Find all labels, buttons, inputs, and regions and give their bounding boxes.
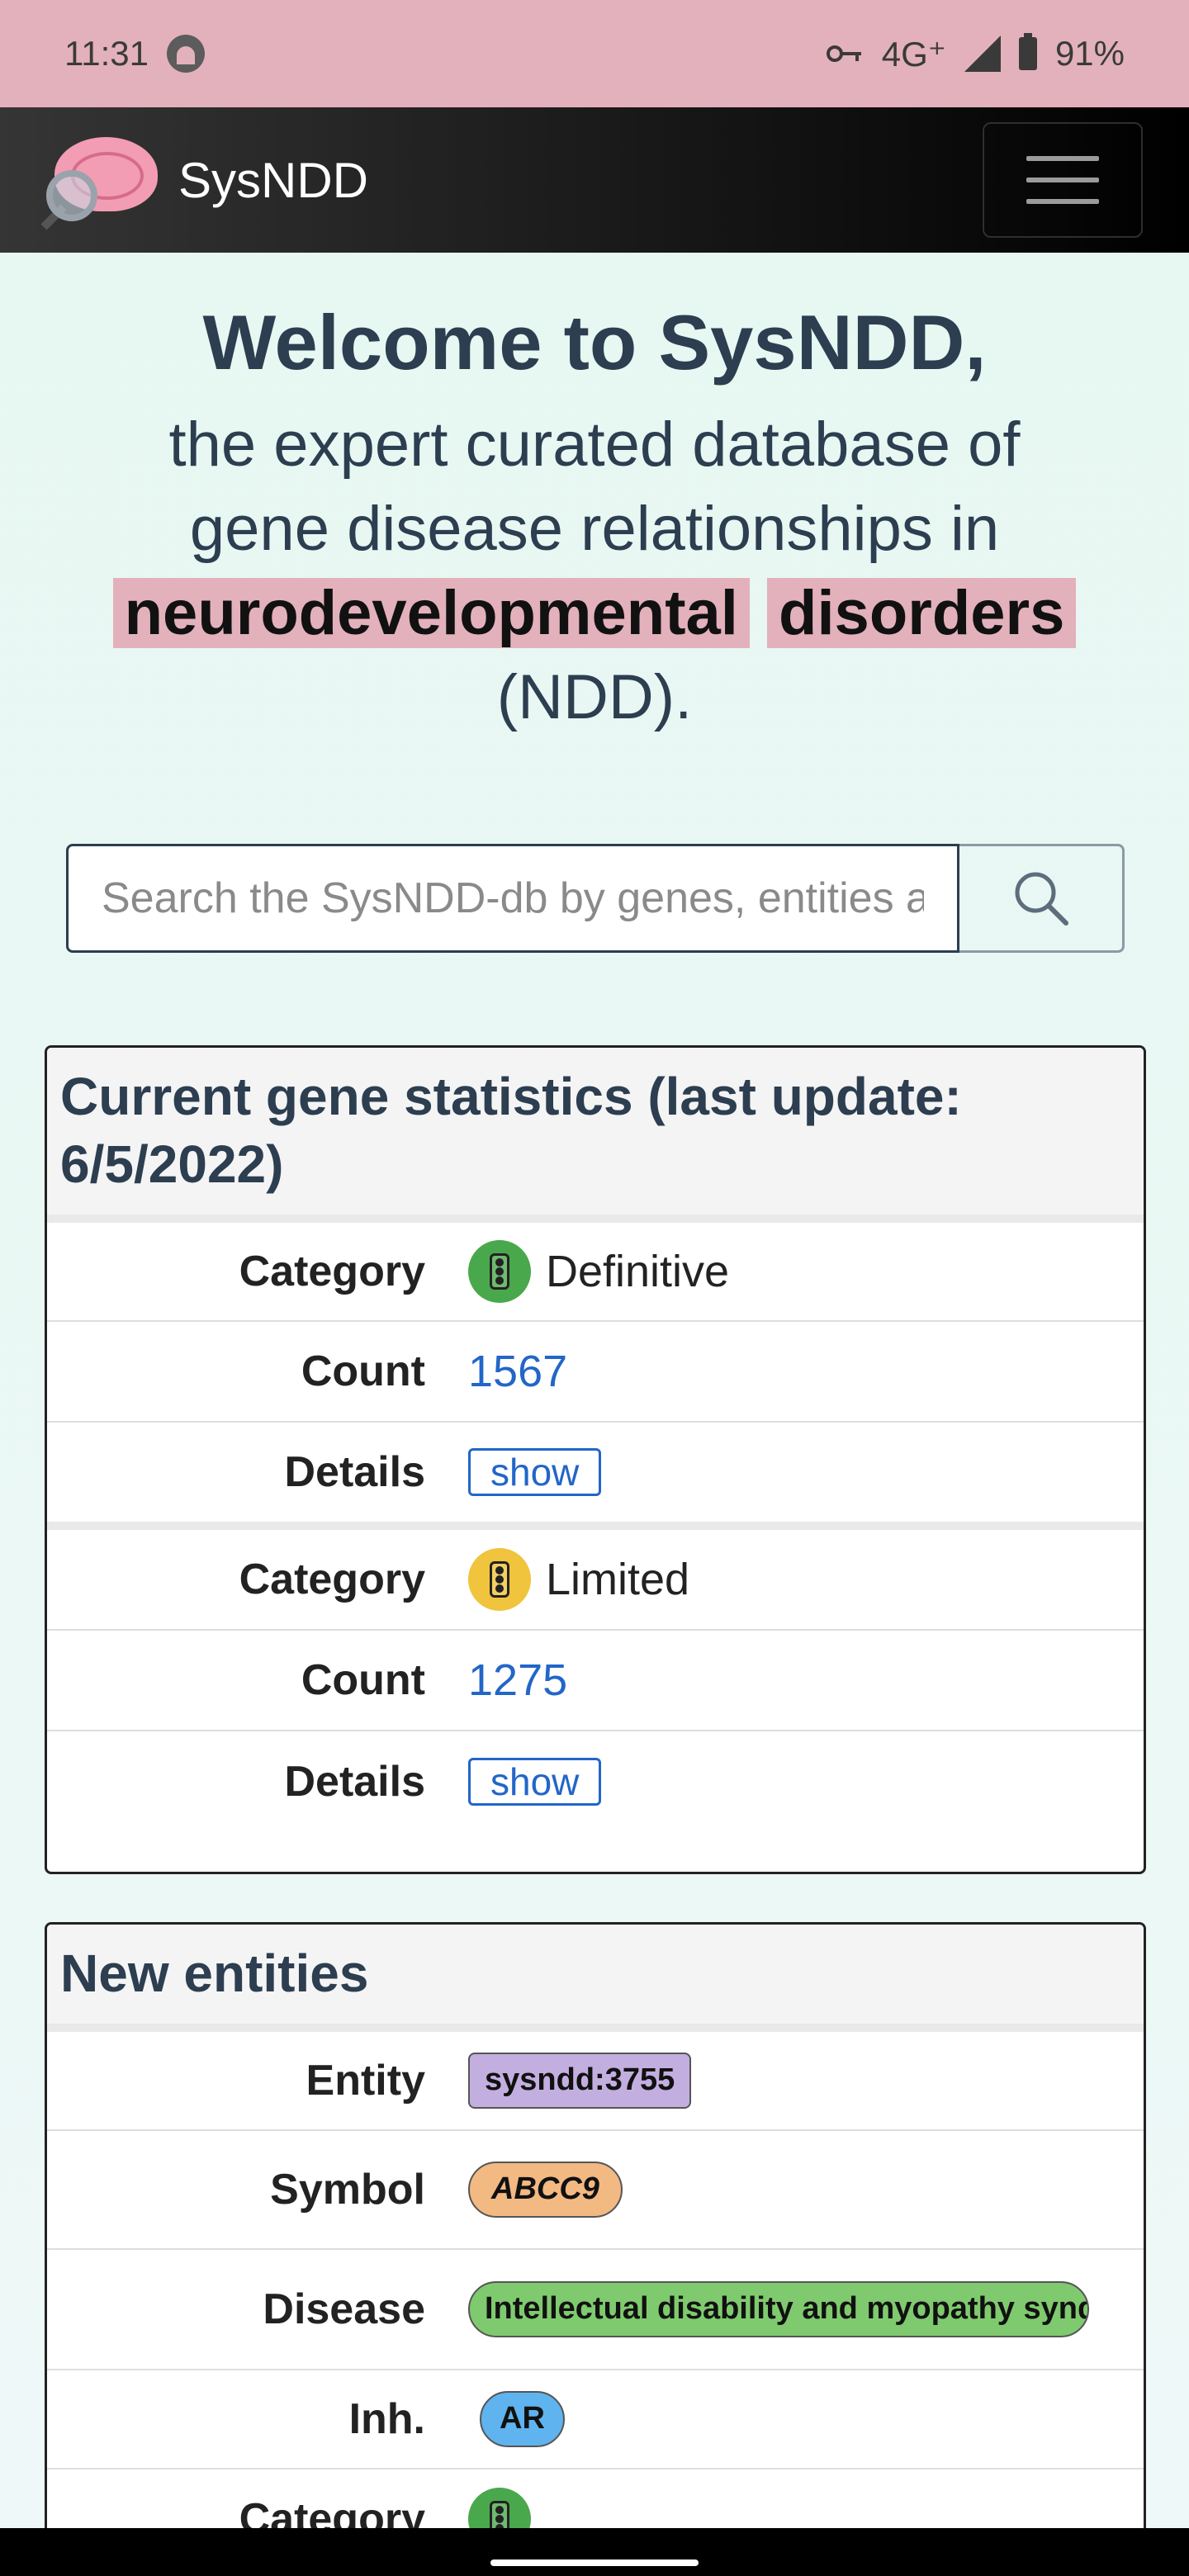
entity-label: Entity xyxy=(306,2057,425,2105)
category-label: Category xyxy=(239,1556,425,1603)
page-title: Welcome to SysNDD, xyxy=(202,299,987,386)
system-nav-bar xyxy=(0,2528,1189,2576)
details-value: show xyxy=(468,1758,602,1806)
category-value: Definitive xyxy=(468,1240,729,1303)
gene-stats-title: Current gene statistics (last update: 6/… xyxy=(47,1048,1144,1223)
battery-icon xyxy=(1018,33,1037,70)
network-type: 4G⁺ xyxy=(881,34,946,73)
search-icon xyxy=(1015,872,1068,926)
symbol-row: Symbol ABCC9 xyxy=(47,2131,1144,2250)
hero-line-1: the expert curated database of xyxy=(168,410,1021,480)
count-label: Count xyxy=(301,1656,425,1704)
inheritance-row: Inh. AR xyxy=(47,2370,1144,2469)
entity-row: Entity sysndd:3755 xyxy=(47,2032,1144,2131)
disease-label: Disease xyxy=(263,2285,425,2333)
details-label: Details xyxy=(284,1448,425,1496)
category-text: Definitive xyxy=(546,1247,730,1296)
hero-line-4: (NDD). xyxy=(496,662,693,732)
brand-name: SysNDD xyxy=(178,152,369,208)
show-details-button[interactable]: show xyxy=(468,1758,602,1806)
details-label: Details xyxy=(284,1758,425,1806)
hero-line-2: gene disease relationships in xyxy=(189,494,1000,564)
search-input[interactable] xyxy=(66,844,959,953)
hero: Welcome to SysNDD, the expert curated da… xyxy=(0,297,1189,740)
traffic-light-icon xyxy=(468,1548,531,1611)
symbol-badge[interactable]: ABCC9 xyxy=(468,2162,623,2218)
hero-line-3: neurodevelopmental disorders xyxy=(0,571,1189,656)
stats-row-count: Count 1275 xyxy=(47,1631,1144,1731)
battery-level: 91% xyxy=(1054,34,1125,73)
show-details-button[interactable]: show xyxy=(468,1448,602,1496)
search-button[interactable] xyxy=(959,844,1125,953)
status-left: 11:31 xyxy=(64,34,205,73)
disease-badge[interactable]: Intellectual disability and myopathy syn… xyxy=(468,2281,1089,2337)
category-value: Limited xyxy=(468,1548,689,1611)
navbar: SysNDD xyxy=(0,107,1189,253)
stats-row-category: Category Definitive xyxy=(47,1223,1144,1322)
stats-row-category: Category Limited xyxy=(47,1530,1144,1631)
entity-value: sysndd:3755 xyxy=(468,2053,692,2109)
inheritance-label: Inh. xyxy=(348,2395,425,2443)
symbol-label: Symbol xyxy=(270,2166,425,2214)
symbol-value: ABCC9 xyxy=(468,2162,623,2218)
highlight-neurodevelopmental: neurodevelopmental xyxy=(112,578,750,648)
disease-row: Disease Intellectual disability and myop… xyxy=(47,2250,1144,2370)
home-gesture-handle[interactable] xyxy=(490,2559,699,2566)
inheritance-badge[interactable]: AR xyxy=(480,2391,565,2447)
count-value: 1275 xyxy=(468,1655,568,1705)
highlight-disorders: disorders xyxy=(767,578,1077,648)
stats-row-details: Details show xyxy=(47,1423,1144,1530)
search-bar xyxy=(66,844,1125,953)
brain-logo-icon xyxy=(40,130,162,230)
new-entities-card: New entities Entity sysndd:3755 Symbol A… xyxy=(45,1922,1146,2576)
count-value: 1567 xyxy=(468,1347,568,1396)
traffic-light-icon xyxy=(468,1240,531,1303)
vpn-key-icon xyxy=(826,45,861,62)
status-right: 4G⁺ 91% xyxy=(826,33,1125,74)
app-indicator-icon xyxy=(167,35,205,73)
hero-subtitle: the expert curated database of gene dise… xyxy=(0,403,1189,740)
count-label: Count xyxy=(301,1347,425,1395)
status-bar: 11:31 4G⁺ 91% xyxy=(0,0,1189,107)
details-value: show xyxy=(468,1448,602,1496)
brand-link[interactable]: SysNDD xyxy=(40,130,369,230)
inheritance-value: AR xyxy=(468,2391,565,2447)
gene-stats-card: Current gene statistics (last update: 6/… xyxy=(45,1045,1146,1874)
stats-row-count: Count 1567 xyxy=(47,1322,1144,1423)
status-time: 11:31 xyxy=(64,34,149,73)
entity-badge[interactable]: sysndd:3755 xyxy=(468,2053,692,2109)
hamburger-menu-icon[interactable] xyxy=(983,122,1143,238)
new-entities-title: New entities xyxy=(47,1925,1144,2032)
signal-icon xyxy=(964,36,1001,72)
category-text: Limited xyxy=(546,1555,690,1604)
disease-value: Intellectual disability and myopathy syn… xyxy=(468,2281,1089,2337)
category-label: Category xyxy=(239,1248,425,1295)
stats-row-details: Details show xyxy=(47,1731,1144,1832)
